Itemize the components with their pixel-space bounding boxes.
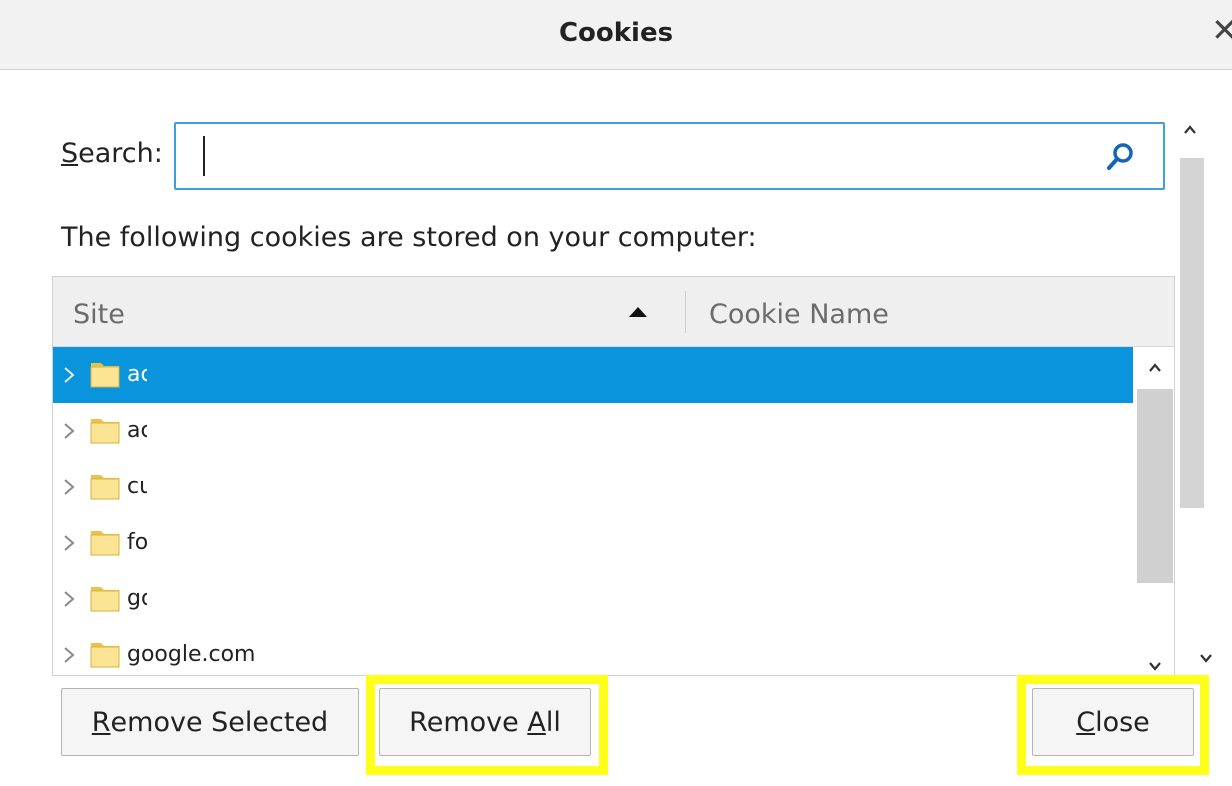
remove-selected-label: emove Selected	[110, 706, 329, 738]
folder-icon	[90, 587, 120, 612]
tree-row[interactable]: go	[53, 571, 1133, 627]
tree-header: Site Cookie Name	[53, 277, 1174, 347]
column-header-site[interactable]: Site	[73, 299, 125, 330]
tree-row[interactable]: cu	[53, 459, 1133, 515]
tree-rows: ac ac cu fo go	[53, 347, 1133, 675]
remove-all-label-prefix: Remove	[409, 706, 528, 738]
folder-icon	[90, 643, 120, 668]
folder-icon	[90, 531, 120, 556]
sort-ascending-icon	[629, 307, 647, 317]
remove-all-accesskey: A	[527, 706, 546, 738]
search-label-accesskey: S	[61, 138, 79, 169]
expand-chevron-icon[interactable]	[63, 646, 75, 664]
search-label-text: earch:	[78, 138, 163, 169]
expand-chevron-icon[interactable]	[63, 422, 75, 440]
row-site-label: fo	[127, 530, 147, 555]
scroll-down-arrow-icon[interactable]	[1147, 659, 1163, 673]
folder-icon	[90, 475, 120, 500]
folder-icon	[90, 363, 120, 388]
dialog-title: Cookies	[558, 18, 674, 48]
remove-selected-button[interactable]: Remove Selected	[61, 688, 359, 756]
tree-scrollbar[interactable]	[1135, 347, 1174, 675]
expand-chevron-icon[interactable]	[63, 534, 75, 552]
column-divider[interactable]	[685, 291, 686, 333]
remove-selected-accesskey: R	[91, 706, 111, 738]
tree-row[interactable]: fo	[53, 515, 1133, 571]
cookies-tree[interactable]: Site Cookie Name ac ac cu	[52, 276, 1175, 676]
tree-row[interactable]: ac	[53, 403, 1133, 459]
text-caret	[203, 136, 205, 176]
scrollbar-thumb[interactable]	[1137, 389, 1173, 583]
row-site-label: go	[127, 586, 147, 611]
expand-chevron-icon[interactable]	[63, 366, 75, 384]
expand-chevron-icon[interactable]	[63, 590, 75, 608]
search-label: Search:	[61, 138, 163, 169]
tree-row[interactable]: google.com	[53, 627, 1133, 675]
column-header-cookie-name[interactable]: Cookie Name	[709, 299, 889, 330]
row-site-label: cu	[127, 474, 147, 499]
cookies-dialog: Cookies ✕ Search: The following cookies …	[0, 0, 1232, 786]
row-site-label: ac	[127, 418, 147, 443]
close-button[interactable]: Close	[1032, 688, 1194, 756]
remove-all-button[interactable]: Remove All	[379, 688, 591, 756]
row-site-label: ac	[127, 362, 147, 387]
cookies-info-text: The following cookies are stored on your…	[61, 222, 757, 253]
search-field[interactable]	[174, 122, 1165, 190]
search-input[interactable]	[196, 134, 1080, 180]
scroll-up-arrow-icon[interactable]	[1182, 122, 1198, 138]
row-site-label: google.com	[127, 642, 256, 667]
dialog-scrollbar[interactable]	[1176, 112, 1212, 672]
title-bar: Cookies ✕	[0, 0, 1232, 70]
folder-icon	[90, 419, 120, 444]
scroll-up-arrow-icon[interactable]	[1147, 361, 1163, 375]
scrollbar-thumb[interactable]	[1180, 158, 1204, 508]
search-icon[interactable]	[1105, 142, 1135, 172]
close-label: lose	[1095, 706, 1150, 738]
close-accesskey: C	[1076, 706, 1096, 738]
expand-chevron-icon[interactable]	[63, 478, 75, 496]
scroll-down-arrow-icon[interactable]	[1198, 650, 1214, 666]
remove-all-label: ll	[545, 706, 561, 738]
tree-row[interactable]: ac	[53, 347, 1133, 403]
close-icon[interactable]: ✕	[1211, 14, 1232, 46]
